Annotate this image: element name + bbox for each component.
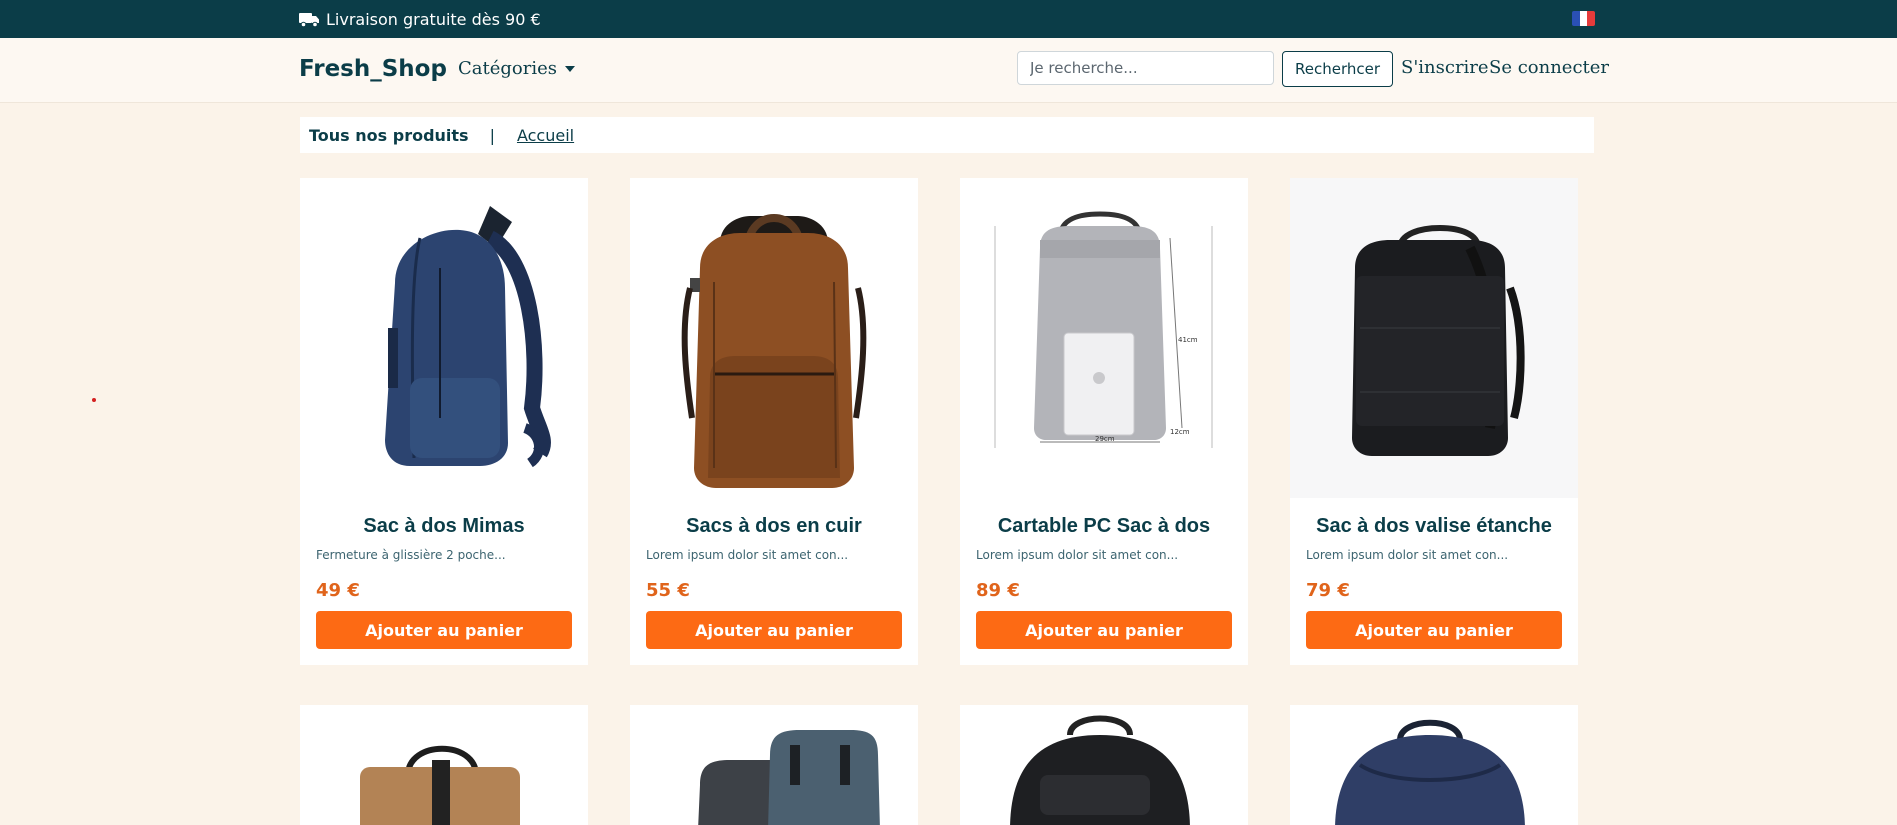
product-card[interactable] [630, 705, 918, 825]
width-dimension-label: 29cm [1095, 435, 1115, 443]
product-card[interactable]: 41cm 12cm 29cm Cartable PC Sac à dos Lor… [960, 178, 1248, 665]
depth-dimension-label: 12cm [1170, 428, 1190, 436]
truck-icon [299, 12, 319, 27]
caret-down-icon [565, 65, 575, 72]
product-card[interactable]: Sacs à dos en cuir Lorem ipsum dolor sit… [630, 178, 918, 665]
product-description: Lorem ipsum dolor sit amet con... [1306, 548, 1509, 562]
product-card[interactable] [300, 705, 588, 825]
brand-logo[interactable]: Fresh_Shop [299, 56, 447, 82]
breadcrumb: Tous nos produits | Accueil [300, 117, 1594, 153]
black-backpack-image [1352, 224, 1525, 456]
leather-backpack-image [681, 214, 867, 488]
top-info-bar: Livraison gratuite dès 90 € [0, 0, 1897, 38]
main-navbar: Fresh_Shop Catégories Recherhcer S'inscr… [0, 38, 1897, 103]
black-travel-backpack-image [1010, 715, 1190, 825]
cursor-dot [92, 398, 96, 402]
french-flag-icon[interactable] [1572, 11, 1595, 26]
product-image[interactable] [1290, 178, 1578, 498]
product-price: 79 € [1306, 580, 1350, 601]
shipping-text: Livraison gratuite dès 90 € [326, 9, 541, 29]
product-image[interactable] [300, 178, 588, 498]
add-to-cart-button[interactable]: Ajouter au panier [976, 611, 1232, 649]
product-description: Lorem ipsum dolor sit amet con... [976, 548, 1179, 562]
blue-backpack-image [1335, 719, 1525, 825]
product-description: Lorem ipsum dolor sit amet con... [646, 548, 849, 562]
login-link[interactable]: Se connecter [1489, 57, 1609, 78]
product-title[interactable]: Sac à dos Mimas [300, 515, 588, 538]
grey-backpacks-image [698, 730, 880, 825]
categories-label: Catégories [458, 58, 557, 79]
product-price: 89 € [976, 580, 1020, 601]
breadcrumb-current: Tous nos produits [309, 125, 469, 145]
add-to-cart-button[interactable]: Ajouter au panier [646, 611, 902, 649]
product-price: 55 € [646, 580, 690, 601]
add-to-cart-button[interactable]: Ajouter au panier [316, 611, 572, 649]
height-dimension-label: 41cm [1178, 336, 1198, 344]
breadcrumb-home-link[interactable]: Accueil [517, 126, 574, 145]
signup-link[interactable]: S'inscrire [1401, 57, 1489, 78]
product-title[interactable]: Sac à dos valise étanche [1290, 515, 1578, 538]
product-card[interactable]: Sac à dos Mimas Fermeture à glissière 2 … [300, 178, 588, 665]
product-card[interactable] [960, 705, 1248, 825]
navy-backpack-image [385, 206, 551, 468]
product-title[interactable]: Sacs à dos en cuir [630, 515, 918, 538]
shipping-notice: Livraison gratuite dès 90 € [299, 0, 541, 38]
product-image[interactable]: 41cm 12cm 29cm [960, 178, 1248, 498]
search-button[interactable]: Recherhcer [1282, 51, 1393, 87]
tan-rolltop-backpack-image [360, 745, 520, 825]
product-title[interactable]: Cartable PC Sac à dos [960, 515, 1248, 538]
laptop-backpack-image: 41cm 12cm 29cm [994, 211, 1213, 448]
product-card[interactable]: Sac à dos valise étanche Lorem ipsum dol… [1290, 178, 1578, 665]
product-description: Fermeture à glissière 2 poche... [316, 548, 506, 562]
product-card[interactable] [1290, 705, 1578, 825]
search-input[interactable] [1017, 51, 1274, 85]
product-price: 49 € [316, 580, 360, 601]
product-image[interactable] [630, 178, 918, 498]
breadcrumb-separator: | [489, 125, 495, 145]
add-to-cart-button[interactable]: Ajouter au panier [1306, 611, 1562, 649]
categories-dropdown[interactable]: Catégories [458, 58, 575, 79]
